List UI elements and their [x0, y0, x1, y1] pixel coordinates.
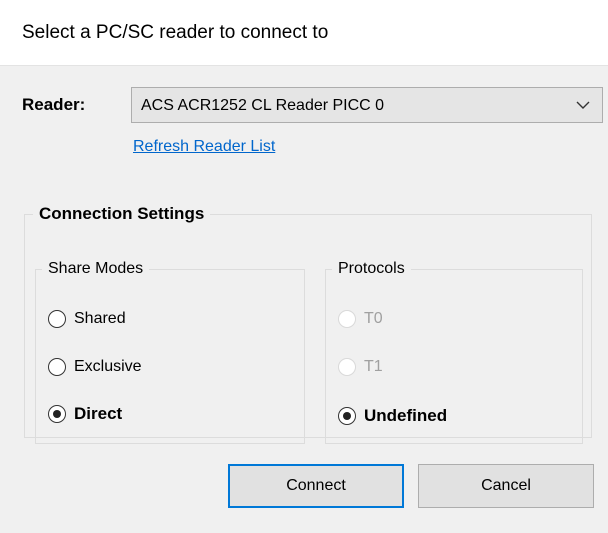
dialog-title: Select a PC/SC reader to connect to [22, 22, 329, 43]
protocols-group: Protocols T0 T1 Undefined [325, 260, 583, 444]
reader-select-dialog: Select a PC/SC reader to connect to Read… [0, 0, 608, 533]
protocol-t0-label: T0 [364, 310, 383, 327]
connection-settings-group: Connection Settings Share Modes Shared E… [24, 204, 592, 444]
chevron-down-icon [576, 101, 590, 109]
reader-label: Reader: [22, 95, 86, 114]
refresh-reader-list-link[interactable]: Refresh Reader List [133, 138, 275, 156]
share-mode-exclusive-label: Exclusive [74, 358, 142, 375]
title-bar: Select a PC/SC reader to connect to [0, 0, 608, 66]
protocols-legend: Protocols [338, 260, 405, 277]
share-modes-legend: Share Modes [48, 260, 144, 277]
share-mode-shared-radio[interactable]: Shared [48, 310, 126, 328]
protocol-t0-radio: T0 [338, 310, 383, 328]
protocol-undefined-label: Undefined [364, 406, 448, 425]
connect-button[interactable]: Connect [228, 464, 404, 508]
reader-dropdown-value: ACS ACR1252 CL Reader PICC 0 [141, 97, 385, 114]
protocol-undefined-radio[interactable]: Undefined [338, 406, 447, 426]
share-mode-direct-label: Direct [74, 404, 123, 423]
radio-circle-disabled [338, 358, 356, 376]
share-mode-direct-radio[interactable]: Direct [48, 404, 122, 424]
cancel-button[interactable]: Cancel [418, 464, 594, 508]
radio-circle-disabled [338, 310, 356, 328]
radio-circle [48, 358, 66, 376]
connection-settings-legend: Connection Settings [39, 204, 205, 223]
share-modes-group: Share Modes Shared Exclusive Direct [35, 260, 305, 444]
protocol-t1-radio: T1 [338, 358, 383, 376]
share-mode-shared-label: Shared [74, 310, 126, 327]
share-mode-exclusive-radio[interactable]: Exclusive [48, 358, 142, 376]
radio-circle-selected [338, 407, 356, 425]
radio-circle-selected [48, 405, 66, 423]
reader-dropdown[interactable]: ACS ACR1252 CL Reader PICC 0 [131, 87, 603, 123]
protocol-t1-label: T1 [364, 358, 383, 375]
radio-circle [48, 310, 66, 328]
